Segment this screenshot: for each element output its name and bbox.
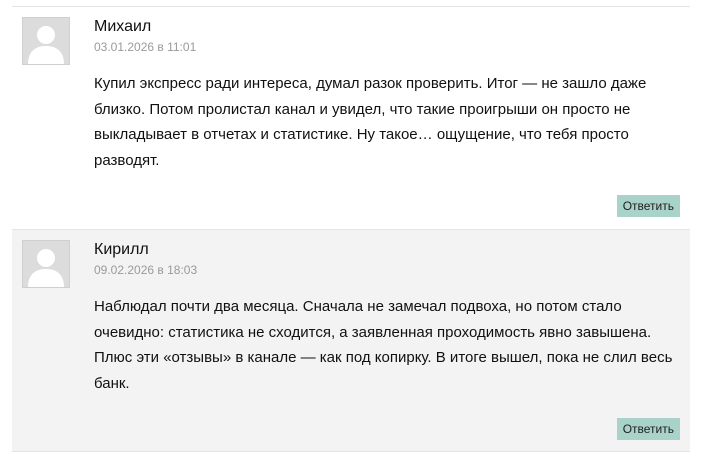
comment-date: 03.01.2026 в 11:01 [94,40,197,54]
user-placeholder-icon [23,241,69,287]
comments-list: Михаил 03.01.2026 в 11:01 Купил экспресс… [12,6,690,452]
comment-item: Кирилл 09.02.2026 в 18:03 Наблюдал почти… [12,229,690,452]
comment-item: Михаил 03.01.2026 в 11:01 Купил экспресс… [12,6,690,229]
avatar [22,17,70,65]
comment-text: Наблюдал почти два месяца. Сначала не за… [94,298,673,392]
comment-date: 09.02.2026 в 18:03 [94,263,198,277]
comment-author: Кирилл [94,241,149,258]
user-placeholder-icon [23,18,69,64]
avatar [22,240,70,288]
reply-button[interactable]: Ответить [616,418,680,440]
reply-button[interactable]: Ответить [616,195,680,217]
comment-text: Купил экспресс ради интереса, думал разо… [94,75,647,169]
comment-author: Михаил [94,18,152,35]
